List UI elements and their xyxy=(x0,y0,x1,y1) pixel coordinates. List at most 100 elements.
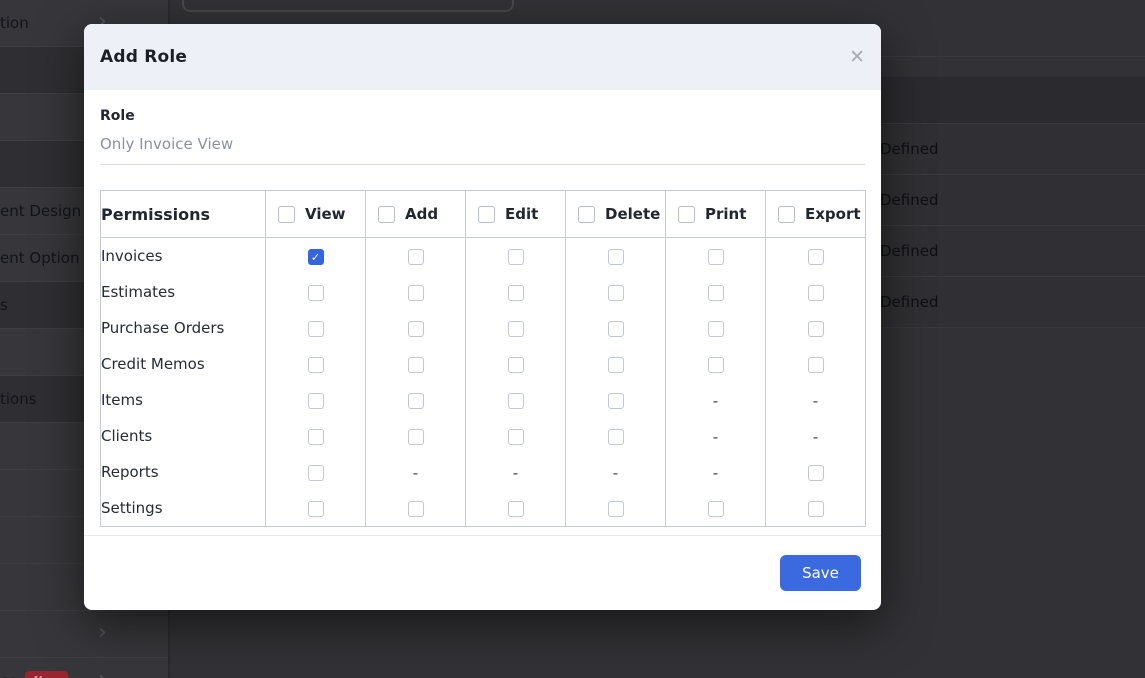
select-all-delete-checkbox[interactable] xyxy=(578,205,595,223)
settings-add-checkbox[interactable] xyxy=(407,501,424,517)
permission-cell xyxy=(265,382,366,418)
not-available-dash: - xyxy=(412,463,419,482)
permission-row: Credit Memos xyxy=(100,346,866,382)
permission-cell xyxy=(265,237,366,274)
permission-cell xyxy=(465,418,566,454)
invoices-delete-checkbox[interactable] xyxy=(607,249,624,265)
credit-memos-print-checkbox[interactable] xyxy=(707,357,724,373)
clients-edit-checkbox[interactable] xyxy=(507,429,524,445)
column-header-cell: View xyxy=(266,205,365,223)
permission-row: Clients - - xyxy=(100,418,866,454)
purchase-orders-add-checkbox[interactable] xyxy=(407,321,424,337)
permission-cell xyxy=(365,382,466,418)
role-input[interactable] xyxy=(100,133,865,165)
estimates-view-checkbox[interactable] xyxy=(307,285,324,301)
not-available-dash: - xyxy=(712,463,719,482)
estimates-delete-checkbox[interactable] xyxy=(607,285,624,301)
permission-cell: - xyxy=(465,454,566,490)
column-header-add: Add xyxy=(365,190,466,238)
clients-view-checkbox[interactable] xyxy=(307,429,324,445)
permission-row: Reports - - - - xyxy=(100,454,866,490)
background-search-box xyxy=(182,0,514,12)
permission-cell xyxy=(465,382,566,418)
permission-cell xyxy=(365,346,466,382)
permission-cell xyxy=(765,237,866,274)
column-header-cell: Print xyxy=(666,205,765,223)
select-all-add-checkbox[interactable] xyxy=(378,205,395,223)
items-edit-checkbox[interactable] xyxy=(507,393,524,409)
settings-delete-checkbox[interactable] xyxy=(607,501,624,517)
items-add-checkbox[interactable] xyxy=(407,393,424,409)
items-view-checkbox[interactable] xyxy=(307,393,324,409)
permission-cell: - xyxy=(765,382,866,418)
permission-cell xyxy=(765,274,866,310)
purchase-orders-edit-checkbox[interactable] xyxy=(507,321,524,337)
permissions-header: Permissions xyxy=(100,190,266,238)
permission-cell xyxy=(365,274,466,310)
purchase-orders-export-checkbox[interactable] xyxy=(807,321,824,337)
invoices-edit-checkbox[interactable] xyxy=(507,249,524,265)
invoices-add-checkbox[interactable] xyxy=(407,249,424,265)
permission-row-label: Credit Memos xyxy=(100,346,266,382)
sidebar-item-label: ent Option xyxy=(0,249,80,267)
permission-row-label: Settings xyxy=(100,490,266,527)
column-header-cell: Export xyxy=(766,205,865,223)
not-available-dash: - xyxy=(812,391,819,410)
sidebar-item[interactable]: › xyxy=(0,611,168,658)
permission-cell xyxy=(465,237,566,274)
permissions-table: Permissions View Add Edit Delete Print Export … xyxy=(100,190,866,527)
select-all-view-checkbox[interactable] xyxy=(278,205,295,223)
select-all-edit-checkbox[interactable] xyxy=(478,205,495,223)
purchase-orders-print-checkbox[interactable] xyxy=(707,321,724,337)
sidebar-item-label: s xyxy=(0,296,8,314)
credit-memos-export-checkbox[interactable] xyxy=(807,357,824,373)
permission-cell xyxy=(265,310,366,346)
modal-header: Add Role ✕ xyxy=(84,24,881,90)
column-label: View xyxy=(305,205,346,223)
settings-print-checkbox[interactable] xyxy=(707,501,724,517)
settings-view-checkbox[interactable] xyxy=(307,501,324,517)
close-icon[interactable]: ✕ xyxy=(849,47,865,67)
modal-body: Role Permissions View Add Edit Delete Print Ex… xyxy=(84,90,881,527)
credit-memos-delete-checkbox[interactable] xyxy=(607,357,624,373)
purchase-orders-delete-checkbox[interactable] xyxy=(607,321,624,337)
invoices-export-checkbox[interactable] xyxy=(807,249,824,265)
permission-cell xyxy=(565,490,666,527)
sidebar-item[interactable]: ce New › xyxy=(0,658,168,678)
permission-cell xyxy=(565,418,666,454)
invoices-print-checkbox[interactable] xyxy=(707,249,724,265)
column-label: Export xyxy=(805,205,861,223)
estimates-edit-checkbox[interactable] xyxy=(507,285,524,301)
permission-cell xyxy=(765,310,866,346)
permission-row: Estimates xyxy=(100,274,866,310)
sidebar-item-label: ce xyxy=(0,672,17,678)
estimates-add-checkbox[interactable] xyxy=(407,285,424,301)
select-all-print-checkbox[interactable] xyxy=(678,205,695,223)
permission-row-label: Purchase Orders xyxy=(100,310,266,346)
estimates-export-checkbox[interactable] xyxy=(807,285,824,301)
invoices-view-checkbox[interactable] xyxy=(307,249,324,265)
permission-cell xyxy=(465,346,566,382)
save-button[interactable]: Save xyxy=(780,555,861,591)
credit-memos-edit-checkbox[interactable] xyxy=(507,357,524,373)
purchase-orders-view-checkbox[interactable] xyxy=(307,321,324,337)
settings-edit-checkbox[interactable] xyxy=(507,501,524,517)
permissions-header-row: Permissions View Add Edit Delete Print Export xyxy=(100,190,866,238)
reports-view-checkbox[interactable] xyxy=(307,465,324,481)
permission-row-label: Estimates xyxy=(100,274,266,310)
clients-add-checkbox[interactable] xyxy=(407,429,424,445)
permission-cell: - xyxy=(665,454,766,490)
credit-memos-view-checkbox[interactable] xyxy=(307,357,324,373)
permission-row-label: Invoices xyxy=(100,237,266,274)
permission-cell: - xyxy=(765,418,866,454)
items-delete-checkbox[interactable] xyxy=(607,393,624,409)
permission-cell xyxy=(265,418,366,454)
settings-export-checkbox[interactable] xyxy=(807,501,824,517)
clients-delete-checkbox[interactable] xyxy=(607,429,624,445)
column-header-export: Export xyxy=(765,190,866,238)
permission-cell: - xyxy=(665,418,766,454)
reports-export-checkbox[interactable] xyxy=(807,465,824,481)
credit-memos-add-checkbox[interactable] xyxy=(407,357,424,373)
select-all-export-checkbox[interactable] xyxy=(778,205,795,223)
estimates-print-checkbox[interactable] xyxy=(707,285,724,301)
